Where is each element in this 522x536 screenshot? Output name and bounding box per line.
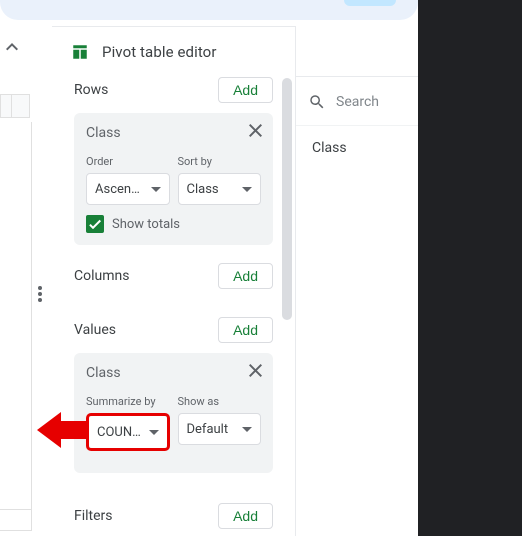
columns-label: Columns xyxy=(74,268,129,284)
search-placeholder: Search xyxy=(336,94,379,110)
checkmark-icon xyxy=(89,219,101,229)
showas-label: Show as xyxy=(178,395,262,408)
values-card-class: Class Summarize by COUN… Show as xyxy=(74,353,273,473)
showas-select[interactable]: Default xyxy=(178,413,262,445)
offscreen-area xyxy=(418,0,522,536)
order-label: Order xyxy=(86,155,170,168)
close-icon xyxy=(249,124,263,138)
values-label: Values xyxy=(74,322,116,338)
add-columns-button[interactable]: Add xyxy=(218,263,273,289)
close-icon xyxy=(249,364,263,378)
show-totals-label: Show totals xyxy=(112,217,180,232)
summarize-select[interactable]: COUN… xyxy=(89,416,167,448)
filters-section: Filters Add xyxy=(52,485,295,536)
caret-down-icon xyxy=(149,430,159,435)
annotation-arrow-icon xyxy=(37,412,89,448)
caret-down-icon xyxy=(151,187,161,192)
sheet-cell[interactable] xyxy=(0,510,32,531)
caret-down-icon xyxy=(242,187,252,192)
rows-section: Rows Add Class Order Ascen… Sort by xyxy=(52,71,295,257)
collapse-sidebar-button[interactable] xyxy=(0,35,24,59)
summarize-highlight: COUN… xyxy=(86,413,170,451)
sheet-header-cell xyxy=(12,94,30,118)
rows-card-class: Class Order Ascen… Sort by Class xyxy=(74,113,273,245)
rows-label: Rows xyxy=(74,82,108,98)
chevron-up-icon xyxy=(6,43,18,51)
sheet-cell[interactable] xyxy=(0,122,32,510)
columns-overflow-button[interactable] xyxy=(34,282,46,310)
fields-panel: Search Class xyxy=(296,76,418,536)
search-icon xyxy=(308,93,326,111)
pivot-editor-panel: Pivot table editor Rows Add Class Order … xyxy=(52,26,296,536)
add-filters-button[interactable]: Add xyxy=(218,503,273,529)
columns-section: Columns Add xyxy=(52,257,295,311)
add-values-button[interactable]: Add xyxy=(218,317,273,343)
caret-down-icon xyxy=(242,427,252,432)
filters-label: Filters xyxy=(74,508,113,524)
values-section: Values Add Class Summarize by COUN… xyxy=(52,311,295,485)
add-rows-button[interactable]: Add xyxy=(218,77,273,103)
values-card-title: Class xyxy=(86,365,261,381)
remove-rows-class-button[interactable] xyxy=(249,123,263,142)
more-vert-icon xyxy=(38,286,42,302)
fields-search[interactable]: Search xyxy=(296,77,418,126)
sortby-value: Class xyxy=(187,182,219,197)
summarize-value: COUN… xyxy=(97,425,141,440)
order-select[interactable]: Ascen… xyxy=(86,173,170,205)
field-item-class[interactable]: Class xyxy=(296,126,418,170)
show-totals-row[interactable]: Show totals xyxy=(86,215,261,233)
sheet-header-cell xyxy=(0,94,12,118)
showas-value: Default xyxy=(187,422,229,437)
editor-title: Pivot table editor xyxy=(102,43,217,61)
spreadsheet-edge xyxy=(0,94,32,524)
show-totals-checkbox[interactable] xyxy=(86,215,104,233)
editor-header: Pivot table editor xyxy=(52,27,295,71)
sortby-select[interactable]: Class xyxy=(178,173,262,205)
editor-scrollbar[interactable] xyxy=(282,78,292,320)
history-pill xyxy=(344,0,396,6)
summarize-label: Summarize by xyxy=(86,395,170,408)
pivot-table-icon xyxy=(70,43,90,61)
order-value: Ascen… xyxy=(95,182,140,197)
remove-values-class-button[interactable] xyxy=(249,363,263,382)
rows-card-title: Class xyxy=(86,125,261,141)
sortby-label: Sort by xyxy=(178,155,262,168)
